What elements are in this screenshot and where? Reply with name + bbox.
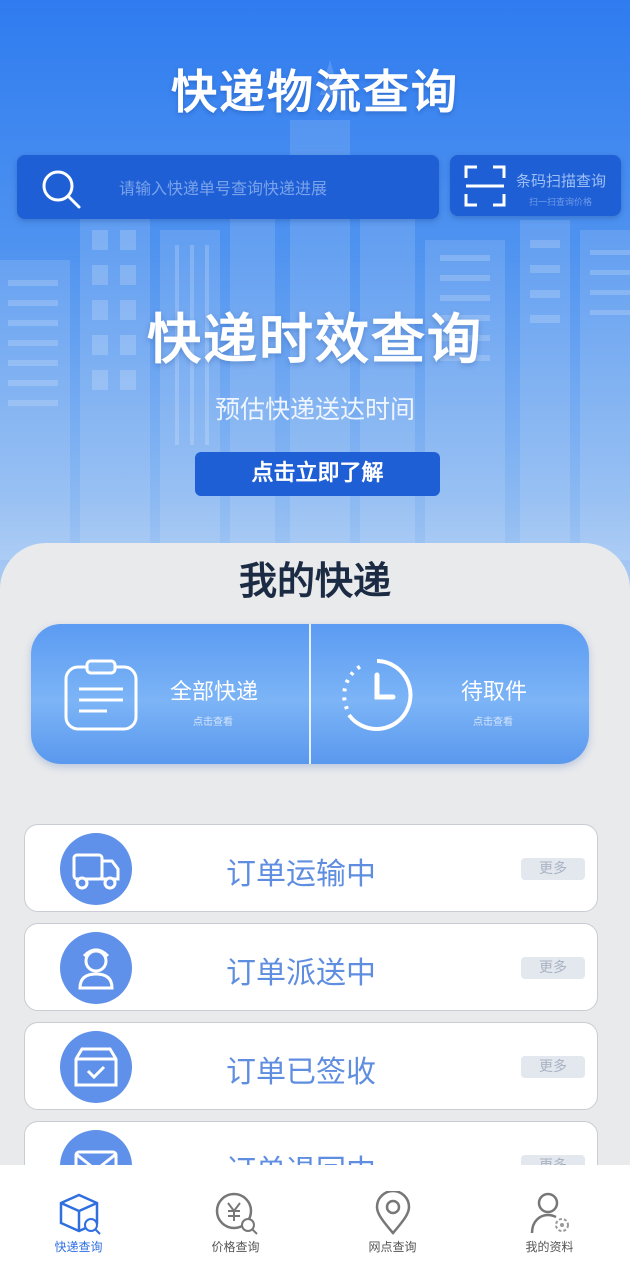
tab-label: 价格查询 [211, 1240, 260, 1254]
all-express-label: 全部快递 [170, 680, 259, 705]
tab-price-query[interactable]: 价格查询 [157, 1165, 314, 1280]
tab-express-query[interactable]: 快递查询 [0, 1165, 157, 1280]
tab-label: 网点查询 [368, 1240, 417, 1254]
search-icon [42, 170, 81, 209]
clock-icon [342, 659, 413, 731]
all-express-button[interactable]: 全部快递 点击查看 [31, 624, 309, 764]
pending-pickup-label: 待取件 [461, 680, 528, 705]
user-gear-icon [530, 1192, 569, 1234]
price-search-icon [215, 1192, 258, 1235]
barcode-scan-button[interactable]: 条码扫描查询 扫一扫查询价格 [450, 155, 621, 216]
bottom-tab-bar: 快递查询 价格查询 网点查询 我的资料 [0, 1165, 630, 1280]
pending-pickup-sub: 点击查看 [473, 717, 513, 728]
more-button[interactable]: 更多 [521, 1056, 585, 1078]
app-title: 快递物流查询 [171, 65, 459, 119]
more-button[interactable]: 更多 [521, 957, 585, 979]
all-express-sub: 点击查看 [193, 717, 233, 728]
pending-pickup-button[interactable]: 待取件 点击查看 [311, 624, 589, 764]
more-button[interactable]: 更多 [521, 858, 585, 880]
scan-title: 条码扫描查询 [516, 172, 607, 190]
order-status-label: 订单已签收 [226, 1055, 376, 1090]
express-summary-card: 全部快递 点击查看 待取件 点击查看 [31, 624, 589, 764]
tab-label: 我的资料 [525, 1240, 574, 1254]
banner-subtitle: 预估快递送达时间 [214, 395, 415, 424]
order-row-delivering[interactable]: 订单派送中 更多 [24, 923, 598, 1011]
order-status-label: 订单运输中 [226, 857, 376, 892]
tab-outlet-query[interactable]: 网点查询 [314, 1165, 471, 1280]
section-title: 我的快递 [238, 559, 391, 603]
tab-my-profile[interactable]: 我的资料 [471, 1165, 628, 1280]
tab-label: 快递查询 [54, 1240, 103, 1254]
scan-subtitle: 扫一扫查询价格 [529, 198, 593, 208]
banner-title: 快递时效查询 [147, 308, 483, 371]
learn-more-button[interactable]: 点击立即了解 [195, 452, 440, 496]
box-search-icon [59, 1193, 101, 1235]
location-pin-icon [375, 1191, 411, 1235]
search-placeholder: 请输入快递单号查询快递进展 [119, 179, 328, 198]
order-row-in-transit[interactable]: 订单运输中 更多 [24, 824, 598, 912]
clipboard-icon [64, 659, 138, 731]
order-status-label: 订单派送中 [226, 956, 376, 991]
order-row-signed[interactable]: 订单已签收 更多 [24, 1022, 598, 1110]
search-input[interactable]: 请输入快递单号查询快递进展 [17, 155, 439, 219]
scan-frame-icon [464, 165, 506, 207]
